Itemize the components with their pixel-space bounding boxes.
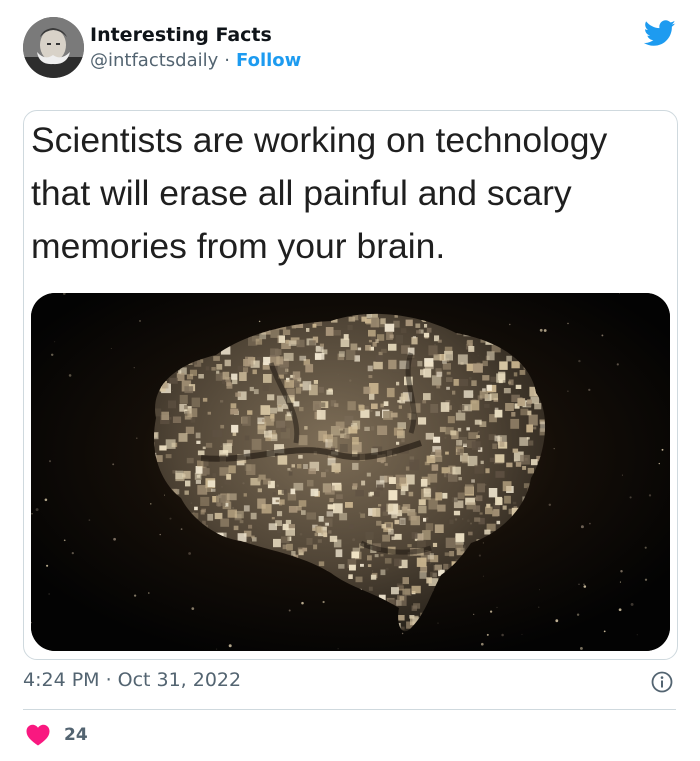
meme-caption: Scientists are working on technology tha…	[31, 111, 671, 273]
heart-icon[interactable]	[26, 724, 50, 746]
tweet-time: 4:24 PM	[23, 669, 100, 691]
separator-dot: ·	[105, 669, 112, 691]
media-card[interactable]: Scientists are working on technology tha…	[23, 110, 678, 660]
meme-caption-line: memories from your brain.	[31, 226, 446, 266]
portrait-avatar-icon	[23, 17, 84, 78]
divider	[23, 709, 676, 710]
author-handle[interactable]: @intfactsdaily	[90, 50, 218, 71]
follow-button[interactable]: Follow	[236, 50, 301, 71]
author-handle-row: @intfactsdaily · Follow	[90, 50, 301, 71]
like-action[interactable]: 24	[26, 723, 88, 747]
like-count: 24	[64, 725, 88, 745]
tweet-timestamp[interactable]: 4:24 PM · Oct 31, 2022	[23, 669, 241, 691]
separator-dot: ·	[224, 50, 231, 71]
brain-illustration	[31, 293, 670, 651]
meme-caption-line: that will erase all painful and scary	[31, 173, 572, 213]
glowing-brain-image[interactable]	[31, 293, 670, 651]
author-avatar[interactable]	[23, 17, 84, 78]
meme-caption-line: Scientists are working on technology	[31, 120, 608, 160]
info-icon[interactable]	[651, 671, 673, 693]
twitter-bird-icon[interactable]	[644, 20, 676, 47]
author-display-name[interactable]: Interesting Facts	[90, 24, 272, 46]
tweet-date: Oct 31, 2022	[117, 669, 242, 691]
